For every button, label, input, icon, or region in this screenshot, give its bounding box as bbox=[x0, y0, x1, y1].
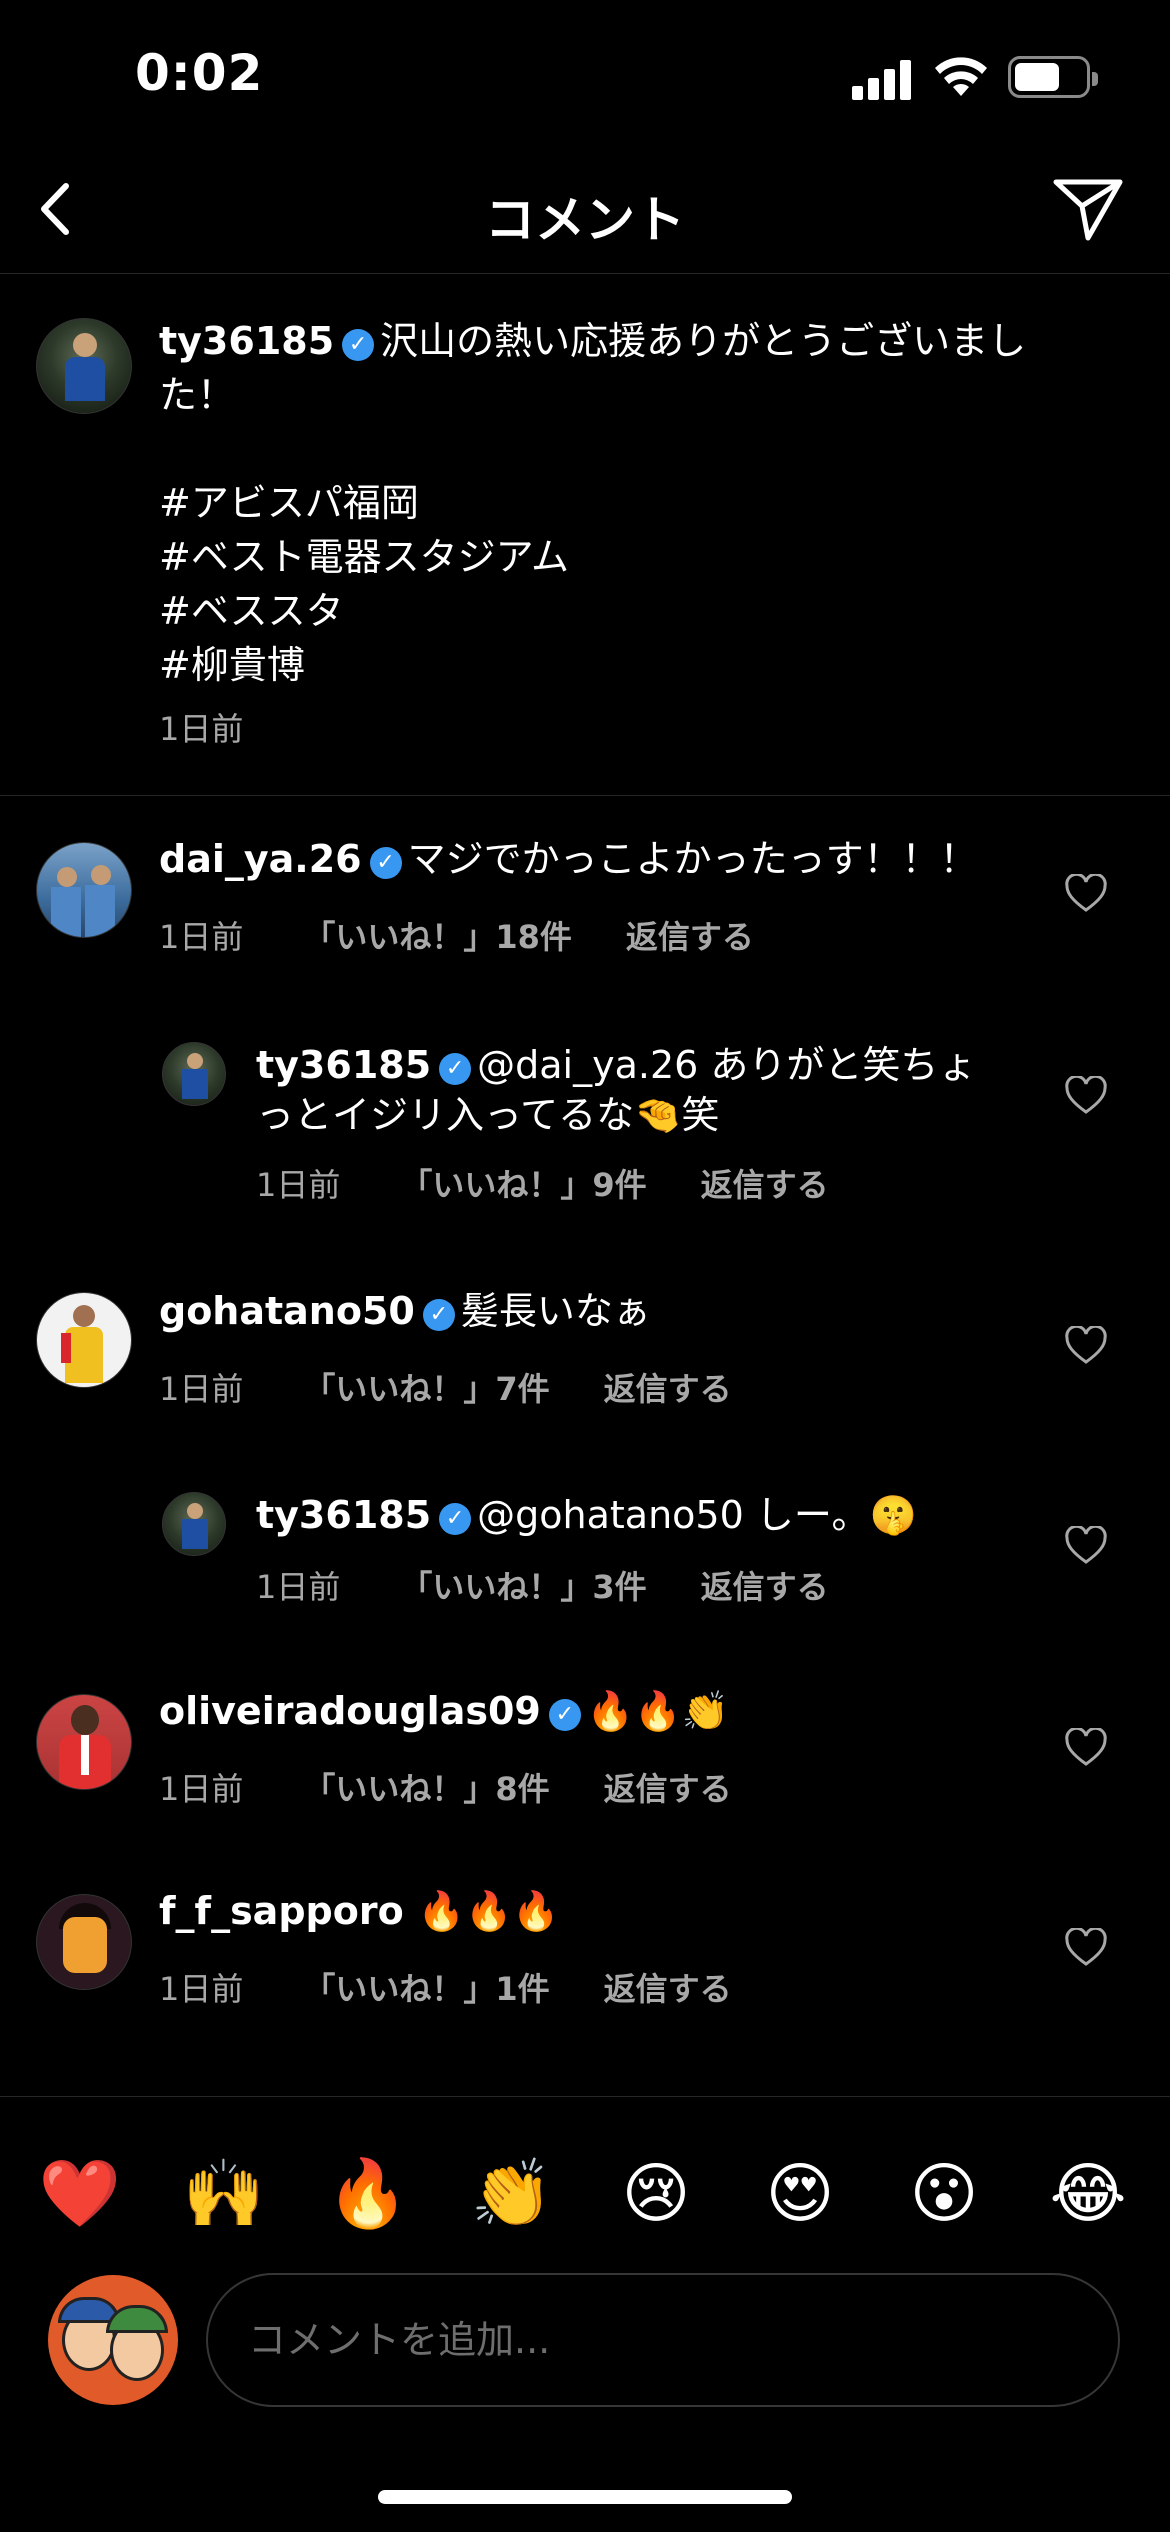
reply-button[interactable]: 返信する bbox=[701, 1568, 829, 1606]
emoji-crying-button[interactable]: 😢 bbox=[611, 2149, 701, 2239]
username[interactable]: oliveiradouglas09 bbox=[159, 1689, 541, 1733]
status-bar: 0:02 bbox=[0, 0, 1170, 150]
likes-count-link[interactable]: 「いいね！」1件 bbox=[303, 1970, 549, 2008]
reply-item: ty36185 ✓ @dai_ya.26 ありがと笑ちょ っとイジリ入ってるな🤏笑 … bbox=[0, 996, 1170, 1246]
comment-item: dai_ya.26 ✓ マジでかっこよかったっす！！！ 1日前 「いいね！」18件 返信… bbox=[0, 796, 1170, 996]
cellular-signal-icon bbox=[852, 58, 912, 100]
comment-text: 🔥🔥👏 bbox=[586, 1689, 729, 1733]
avatar[interactable] bbox=[36, 842, 132, 938]
username[interactable]: f_f_sapporo bbox=[159, 1889, 404, 1933]
reply-item: ty36185 ✓ @gohatano50 しー。🤫 1日前 「いいね！」3件 返信する bbox=[0, 1446, 1170, 1646]
comment-text: 髪長いなぁ bbox=[460, 1289, 651, 1333]
comment-input-container bbox=[206, 2273, 1120, 2407]
heart-icon[interactable] bbox=[1064, 1928, 1108, 1968]
comment-item: oliveiradouglas09 ✓ 🔥🔥👏 1日前 「いいね！」8件 返信する bbox=[0, 1646, 1170, 1846]
mention-link: @dai_ya.26 ありがと笑ちょ bbox=[477, 1043, 977, 1087]
avatar[interactable] bbox=[36, 318, 132, 414]
comment-text: @gohatano50 しー。🤫 bbox=[477, 1493, 917, 1537]
emoji-surprised-button[interactable]: 😮 bbox=[899, 2149, 989, 2239]
username[interactable]: dai_ya.26 bbox=[159, 837, 362, 881]
verified-badge-icon: ✓ bbox=[422, 1299, 455, 1331]
wifi-icon bbox=[935, 57, 987, 96]
comment-timestamp: 1日前 bbox=[159, 1770, 244, 1808]
page-title: コメント bbox=[485, 191, 685, 249]
battery-icon bbox=[1008, 56, 1098, 98]
heart-icon[interactable] bbox=[1064, 1526, 1108, 1566]
emoji-heart-button[interactable]: ❤️ bbox=[35, 2149, 125, 2239]
likes-count-link[interactable]: 「いいね！」7件 bbox=[303, 1370, 549, 1408]
reply-button[interactable]: 返信する bbox=[604, 1370, 732, 1408]
heart-icon[interactable] bbox=[1064, 1728, 1108, 1768]
current-user-avatar bbox=[48, 2275, 178, 2405]
emoji-fire-button[interactable]: 🔥 bbox=[323, 2149, 413, 2239]
username[interactable]: ty36185 bbox=[256, 1043, 431, 1087]
comment-timestamp: 1日前 bbox=[159, 918, 244, 956]
comment-timestamp: 1日前 bbox=[159, 1370, 244, 1408]
header: コメント bbox=[0, 150, 1170, 274]
emoji-heart-eyes-button[interactable]: 😍 bbox=[755, 2149, 845, 2239]
quick-reaction-bar: ❤️ 🙌 🔥 👏 😢 😍 😮 😂 bbox=[0, 2149, 1170, 2239]
username[interactable]: ty36185 bbox=[159, 319, 334, 363]
home-indicator[interactable] bbox=[378, 2490, 792, 2504]
caption-line bbox=[159, 422, 1079, 476]
status-time: 0:02 bbox=[135, 44, 264, 102]
reply-button[interactable]: 返信する bbox=[604, 1770, 732, 1808]
emoji-clap-button[interactable]: 👏 bbox=[467, 2149, 557, 2239]
hashtag-link[interactable]: #ベスト電器スタジアム bbox=[159, 530, 1079, 584]
verified-badge-icon: ✓ bbox=[439, 1503, 472, 1535]
emoji-raised-hands-button[interactable]: 🙌 bbox=[179, 2149, 269, 2239]
verified-badge-icon: ✓ bbox=[369, 847, 402, 879]
comment-text: っとイジリ入ってるな🤏笑 bbox=[256, 1093, 720, 1137]
caption-line: た！ bbox=[159, 373, 236, 417]
caption-text: ty36185 ✓ 沢山の熱い応援ありがとうございまし た！ #アビスパ福岡 #ベス… bbox=[159, 314, 1079, 692]
comment-timestamp: 1日前 bbox=[159, 1970, 244, 2008]
reply-button[interactable]: 返信する bbox=[626, 918, 754, 956]
avatar[interactable] bbox=[162, 1492, 226, 1556]
caption-timestamp: 1日前 bbox=[159, 710, 244, 748]
username[interactable]: gohatano50 bbox=[159, 1289, 415, 1333]
avatar[interactable] bbox=[36, 1694, 132, 1790]
heart-icon[interactable] bbox=[1064, 1076, 1108, 1116]
username[interactable]: ty36185 bbox=[256, 1493, 431, 1537]
reply-button[interactable]: 返信する bbox=[604, 1970, 732, 2008]
comment-timestamp: 1日前 bbox=[256, 1568, 341, 1606]
verified-badge-icon: ✓ bbox=[439, 1053, 472, 1085]
hashtag-link[interactable]: #アビスパ福岡 bbox=[159, 476, 1079, 530]
likes-count-link[interactable]: 「いいね！」9件 bbox=[400, 1166, 646, 1204]
comment-timestamp: 1日前 bbox=[256, 1166, 341, 1204]
post-caption: ty36185 ✓ 沢山の熱い応援ありがとうございまし た！ #アビスパ福岡 #ベス… bbox=[0, 274, 1170, 796]
comment-composer: ❤️ 🙌 🔥 👏 😢 😍 😮 😂 bbox=[0, 2096, 1170, 2532]
verified-badge-icon: ✓ bbox=[342, 329, 375, 361]
avatar[interactable] bbox=[36, 1292, 132, 1388]
likes-count-link[interactable]: 「いいね！」18件 bbox=[303, 918, 572, 956]
comment-item: f_f_sapporo 🔥🔥🔥 1日前 「いいね！」1件 返信する bbox=[0, 1846, 1170, 2046]
comment-text: マジでかっこよかったっす！！！ bbox=[407, 837, 978, 881]
caption-line: 沢山の熱い応援ありがとうございまし bbox=[380, 319, 1027, 363]
comment-item: gohatano50 ✓ 髪長いなぁ 1日前 「いいね！」7件 返信する bbox=[0, 1246, 1170, 1446]
reply-button[interactable]: 返信する bbox=[701, 1166, 829, 1204]
likes-count-link[interactable]: 「いいね！」8件 bbox=[303, 1770, 549, 1808]
avatar[interactable] bbox=[162, 1042, 226, 1106]
send-icon[interactable] bbox=[1048, 172, 1128, 244]
heart-icon[interactable] bbox=[1064, 874, 1108, 914]
avatar[interactable] bbox=[36, 1894, 132, 1990]
likes-count-link[interactable]: 「いいね！」3件 bbox=[400, 1568, 646, 1606]
comment-input[interactable] bbox=[248, 2275, 1088, 2405]
emoji-laughing-button[interactable]: 😂 bbox=[1043, 2149, 1133, 2239]
hashtag-link[interactable]: #柳貴博 bbox=[159, 638, 1079, 692]
verified-badge-icon: ✓ bbox=[548, 1699, 581, 1731]
comment-text: 🔥🔥🔥 bbox=[417, 1889, 560, 1933]
heart-icon[interactable] bbox=[1064, 1326, 1108, 1366]
hashtag-link[interactable]: #ベススタ bbox=[159, 584, 1079, 638]
